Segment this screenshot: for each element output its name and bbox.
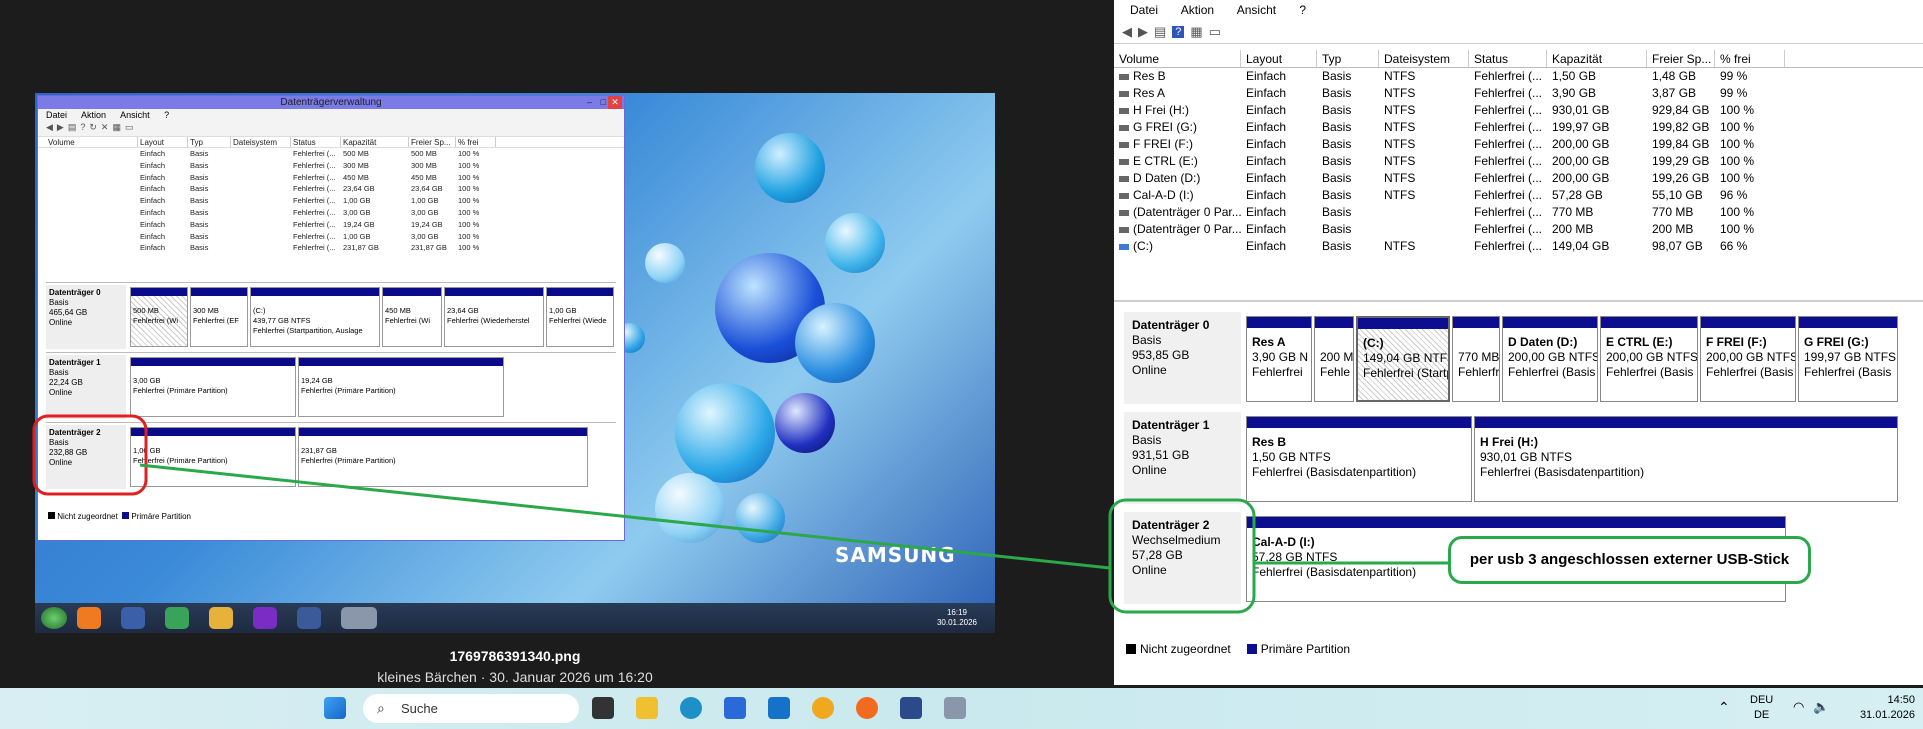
clock-time: 14:50	[1887, 694, 1915, 706]
clock-date: 31.01.2026	[1859, 709, 1915, 721]
start-icon[interactable]	[324, 697, 346, 719]
clock[interactable]: 14:50 31.01.2026	[1860, 693, 1915, 723]
language-top: DEU	[1750, 694, 1774, 706]
weather-icon[interactable]	[812, 697, 834, 719]
solitaire-icon[interactable]	[900, 697, 922, 719]
edge-icon[interactable]	[680, 697, 702, 719]
file-explorer-icon[interactable]	[636, 697, 658, 719]
chevron-up-icon[interactable]: ⌃	[1718, 699, 1730, 716]
usb-annotation-callout: per usb 3 angeschlossen externer USB-Sti…	[1448, 536, 1811, 584]
red-highlight-box	[32, 414, 148, 496]
task-view-icon[interactable]	[592, 697, 614, 719]
firefox-icon[interactable]	[856, 697, 878, 719]
green-highlight-box	[1108, 498, 1256, 614]
language-bottom: DE	[1753, 709, 1770, 721]
volume-icon[interactable]: 🔈	[1813, 699, 1829, 715]
windows-taskbar: ⌕ Suche ⌃ DEU DE ◠ 🔈 14:50 31.01.2026	[0, 688, 1923, 729]
annotation-overlay	[32, 414, 1448, 614]
language-indicator[interactable]: DEU DE	[1750, 693, 1773, 723]
search-placeholder: Suche	[401, 701, 438, 716]
connector-line	[139, 463, 1111, 570]
outlook-icon[interactable]	[768, 697, 790, 719]
search-box[interactable]: ⌕ Suche	[363, 694, 579, 723]
search-icon: ⌕	[377, 700, 385, 716]
store-icon[interactable]	[724, 697, 746, 719]
disk-management-task-icon[interactable]	[944, 697, 966, 719]
wifi-icon[interactable]: ◠	[1793, 699, 1804, 715]
